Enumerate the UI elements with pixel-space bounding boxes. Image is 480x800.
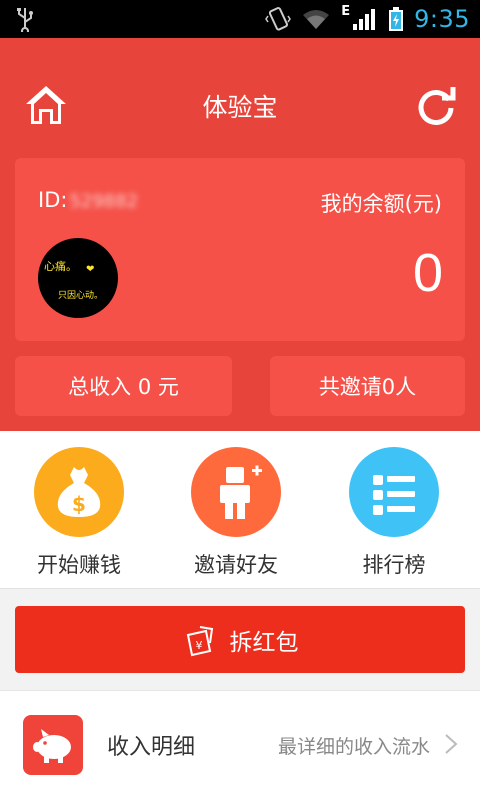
action-label: 排行榜 (362, 553, 426, 577)
battery-charging-icon (389, 7, 404, 31)
start-earning-button[interactable]: $ 开始赚钱 (19, 447, 139, 579)
red-packet-icon: ¥ (186, 625, 213, 656)
status-time: 9:35 (414, 5, 470, 33)
svg-text:¥: ¥ (195, 639, 202, 652)
action-row: $ 开始赚钱 邀请好友 排行榜 (0, 431, 480, 589)
action-label: 邀请好友 (194, 553, 278, 577)
network-type-label: E (341, 3, 351, 19)
usb-icon (17, 8, 33, 32)
income-detail-row[interactable]: 收入明细 最详细的收入流水 (0, 690, 480, 800)
refresh-icon[interactable] (416, 86, 456, 126)
total-invites-button[interactable]: 共邀请0人 (270, 356, 465, 416)
piggy-bank-icon (23, 715, 83, 775)
vibrate-icon (265, 7, 292, 31)
balance-card: ID: 529882 我的余额(元) 心痛。 ❤ 只因心动。 0 (15, 158, 465, 341)
hero-section: 体验宝 ID: 529882 我的余额(元) 心痛。 ❤ 只因心动。 0 总收入 … (0, 38, 480, 431)
open-red-packet-button[interactable]: ¥ 拆红包 (15, 606, 465, 673)
user-id: ID: 529882 (38, 188, 139, 212)
income-detail-description: 最详细的收入流水 (277, 736, 430, 758)
svg-text:$: $ (72, 492, 86, 516)
red-packet-label: 拆红包 (229, 629, 299, 656)
nav-bar: 体验宝 (0, 38, 480, 174)
avatar[interactable]: 心痛。 ❤ 只因心动。 (38, 238, 118, 318)
invite-person-icon (191, 447, 281, 537)
chevron-right-icon (445, 734, 458, 754)
action-label: 开始赚钱 (37, 553, 121, 577)
user-id-value: 529882 (69, 191, 139, 212)
red-packet-area: ¥ 拆红包 (0, 589, 480, 690)
income-detail-label: 收入明细 (107, 735, 196, 760)
balance-title: 我的余额(元) (320, 192, 442, 216)
page-title: 体验宝 (202, 93, 278, 122)
avatar-text: 只因心动。 (58, 291, 104, 301)
total-income-button[interactable]: 总收入 0 元 (15, 356, 232, 416)
list-icon (349, 447, 439, 537)
signal-icon (353, 9, 376, 30)
avatar-text: 心痛。 (44, 260, 77, 273)
status-bar: E 9:35 (0, 0, 480, 38)
heart-icon: ❤ (86, 264, 95, 275)
invite-friends-button[interactable]: 邀请好友 (176, 447, 296, 579)
balance-amount: 0 (412, 243, 443, 303)
wifi-icon (303, 10, 330, 29)
leaderboard-button[interactable]: 排行榜 (334, 447, 454, 579)
money-bag-icon: $ (34, 447, 124, 537)
